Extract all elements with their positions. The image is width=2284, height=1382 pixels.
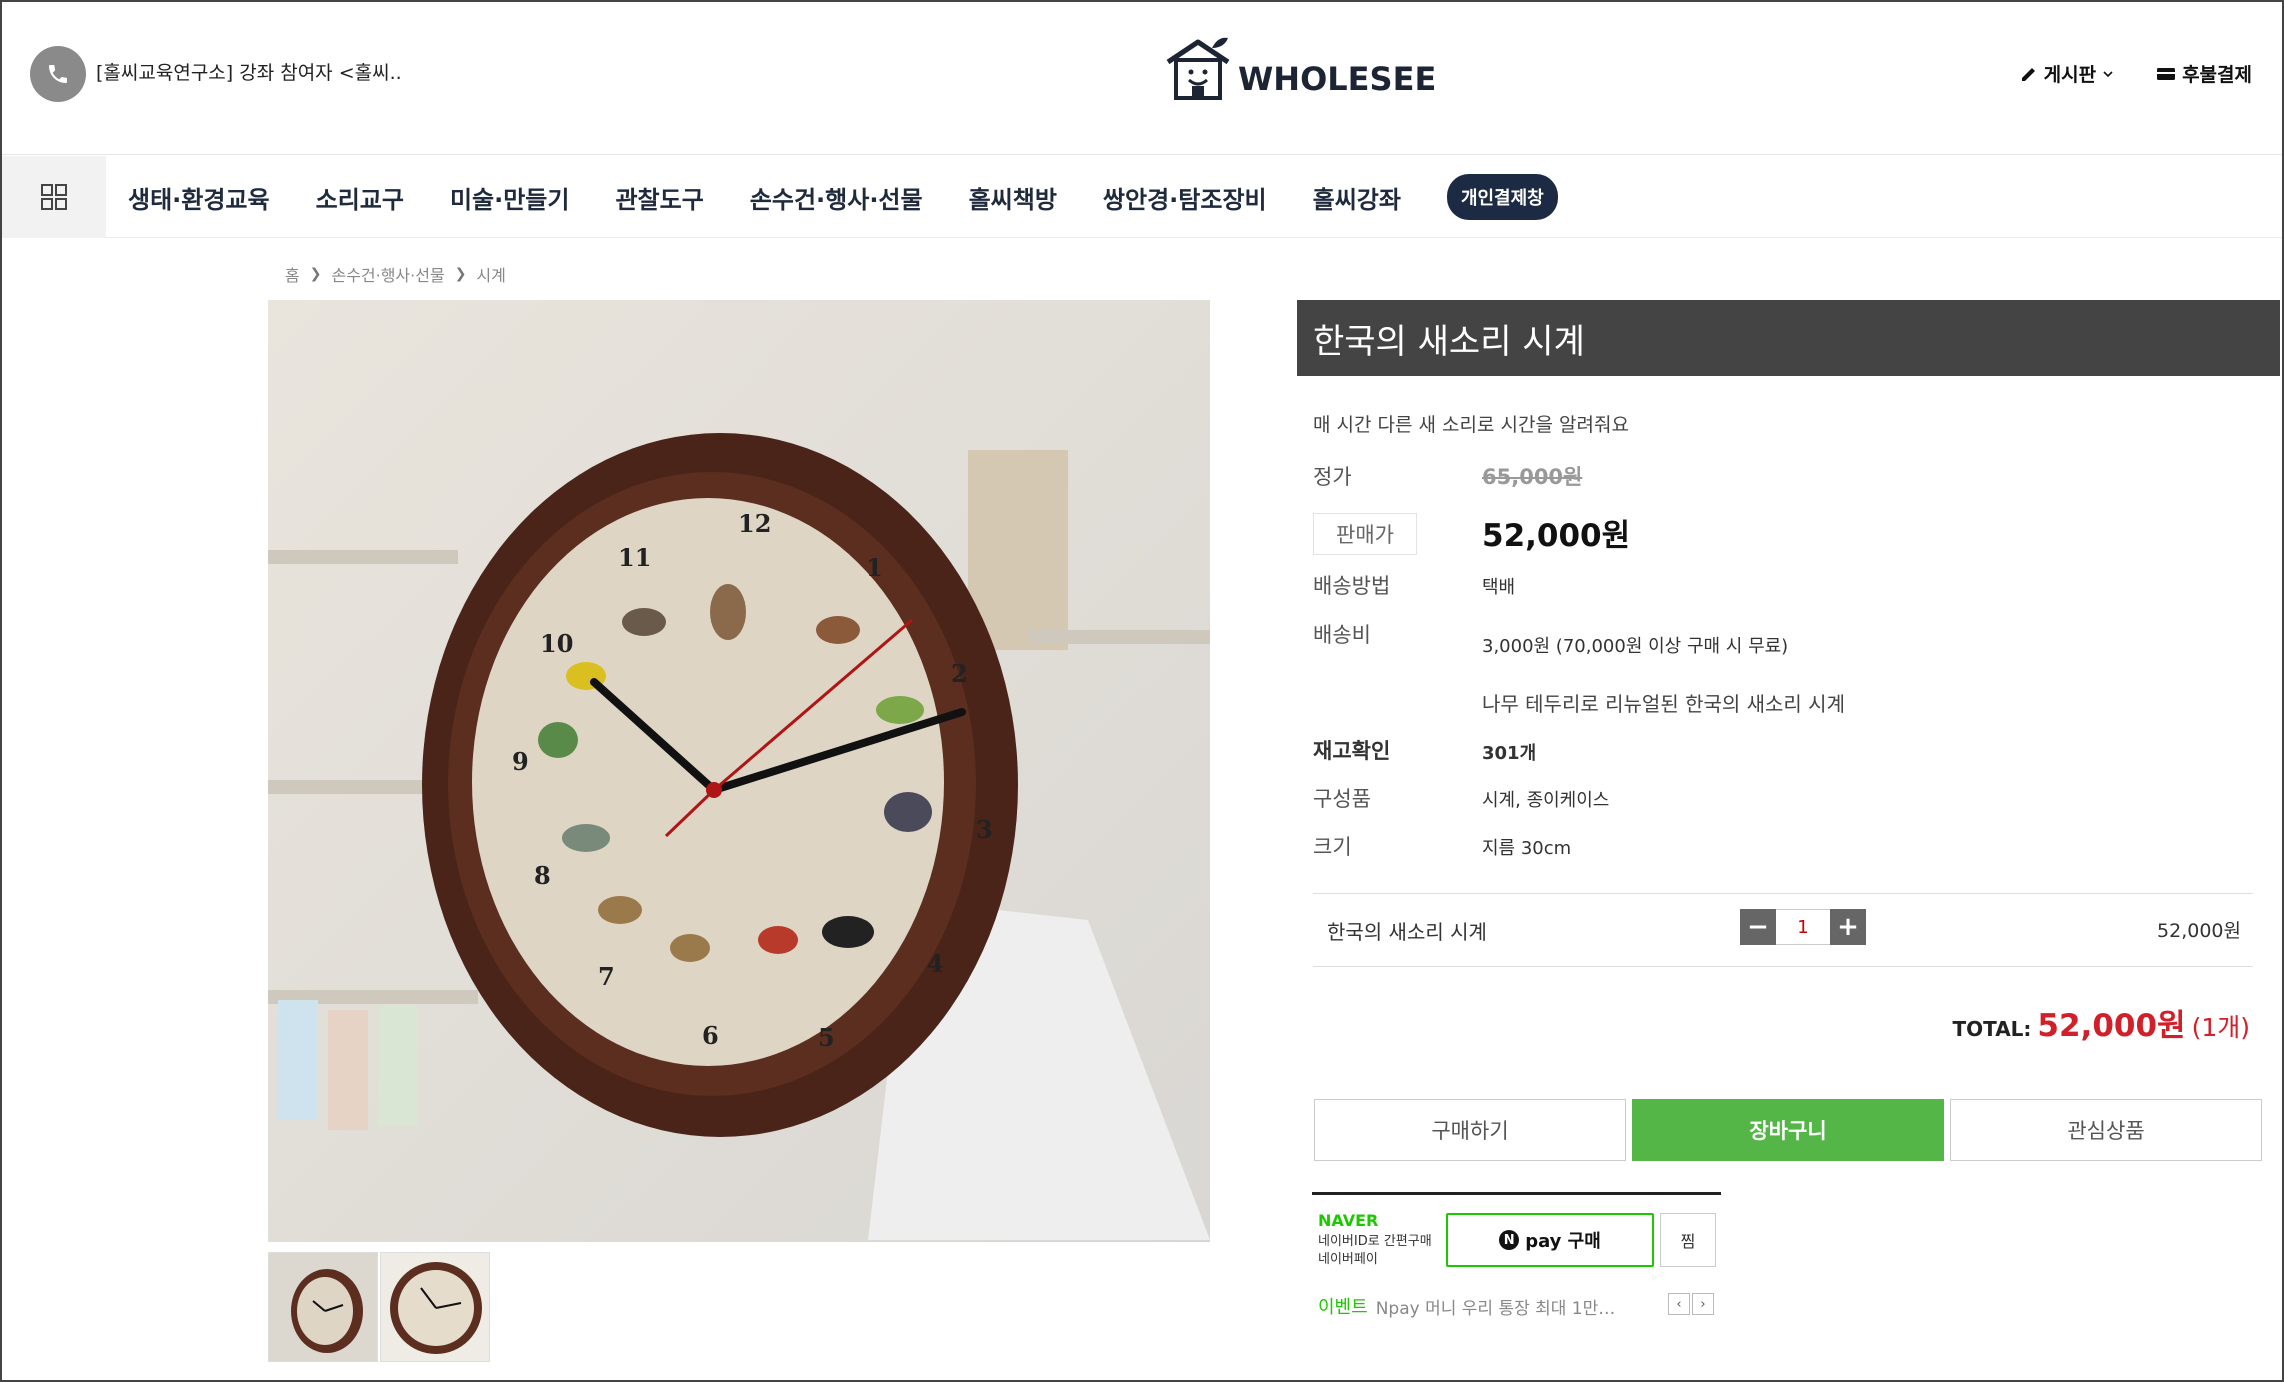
svg-text:12: 12 <box>738 509 771 538</box>
size-value: 지름 30cm <box>1482 838 1572 859</box>
breadcrumb-home[interactable]: 홈 <box>285 262 300 286</box>
sale-price: 52,000원 <box>1482 518 1631 554</box>
product-description: 나무 테두리로 리뉴얼된 한국의 새소리 시계 <box>1482 692 1845 716</box>
logo-text: WHOLESEE <box>1238 60 1437 98</box>
svg-text:8: 8 <box>534 861 551 890</box>
svg-text:6: 6 <box>702 1021 719 1050</box>
svg-text:7: 7 <box>598 962 615 991</box>
thumbnail-image[interactable] <box>268 1252 378 1362</box>
naver-brand: NAVER <box>1318 1211 1379 1230</box>
naver-pay-button-label: pay 구매 <box>1525 1231 1601 1252</box>
buy-now-button[interactable]: 구매하기 <box>1314 1099 1626 1161</box>
add-to-cart-button[interactable]: 장바구니 <box>1632 1099 1944 1161</box>
house-logo-icon <box>1166 37 1230 100</box>
breadcrumb: 홈 ❯ 손수건·행사·선물 ❯ 시계 <box>285 262 506 286</box>
all-categories-button[interactable] <box>2 156 106 238</box>
personal-payment-button[interactable]: 개인결제창 <box>1446 174 1558 220</box>
naver-n-icon: N <box>1499 1230 1520 1250</box>
sale-price-label: 판매가 <box>1313 513 1417 555</box>
svg-text:1: 1 <box>866 553 883 582</box>
category-nav: 생태·환경교육 소리교구 미술·만들기 관찰도구 손수건·행사·선물 홀씨책방 … <box>2 156 2282 238</box>
list-price: 65,000원 <box>1482 465 1583 489</box>
board-menu[interactable]: 게시판 <box>2020 60 2114 87</box>
naver-pay-box: NAVER 네이버ID로 간편구매 네이버페이 N pay 구매 찜 <box>1312 1192 1721 1268</box>
size-label: 크기 <box>1313 835 1352 859</box>
option-name: 한국의 새소리 시계 <box>1327 920 1487 944</box>
quantity-input[interactable]: 1 <box>1776 909 1830 945</box>
naver-pay-buy-button[interactable]: N pay 구매 <box>1446 1213 1654 1267</box>
quantity-stepper: − 1 + <box>1740 909 1866 945</box>
chevron-left-icon[interactable]: ‹ <box>1668 1293 1690 1315</box>
total-label: TOTAL: <box>1952 1017 2032 1041</box>
site-header: [홀씨교육연구소] 강좌 참여자 <홀씨.. WHOLESEE 게시판 후불결제 <box>2 2 2282 155</box>
svg-text:2: 2 <box>951 659 968 688</box>
stock-value: 301개 <box>1482 743 1537 764</box>
thumbnail-strip <box>268 1252 490 1362</box>
purchase-actions: 구매하기 장바구니 관심상품 <box>1314 1099 2262 1161</box>
site-logo[interactable]: WHOLESEE <box>1162 32 1436 104</box>
shipping-method-label: 배송방법 <box>1313 574 1391 598</box>
pencil-icon <box>2021 67 2035 81</box>
components-label: 구성품 <box>1313 787 1371 811</box>
naver-pay-desc-line: 네이버페이 <box>1318 1252 1378 1267</box>
chevron-right-icon: ❯ <box>309 266 322 282</box>
total-summary: TOTAL: 52,000원 (1개) <box>1952 1000 2250 1045</box>
stock-label: 재고확인 <box>1313 739 1391 763</box>
thumbnail-image[interactable] <box>380 1252 490 1362</box>
board-label: 게시판 <box>2043 64 2097 86</box>
shipping-method: 택배 <box>1482 577 1516 598</box>
nav-item[interactable]: 관찰도구 <box>615 180 703 215</box>
shipping-fee-label: 배송비 <box>1313 623 1371 647</box>
total-price: 52,000원 <box>2037 1008 2186 1044</box>
product-title: 한국의 새소리 시계 <box>1297 300 2280 376</box>
nav-item[interactable]: 손수건·행사·선물 <box>750 180 923 215</box>
selected-option-row: 한국의 새소리 시계 − 1 + 52,000원 <box>1313 893 2253 967</box>
svg-text:10: 10 <box>540 629 573 658</box>
nav-item[interactable]: 홀씨강좌 <box>1313 180 1401 215</box>
svg-text:3: 3 <box>976 815 993 844</box>
breadcrumb-current[interactable]: 시계 <box>476 262 505 286</box>
deferred-pay-label: 후불결제 <box>2182 64 2252 86</box>
breadcrumb-category[interactable]: 손수건·행사·선물 <box>331 262 444 286</box>
svg-text:4: 4 <box>927 949 944 978</box>
phone-icon[interactable] <box>30 46 86 102</box>
nav-item[interactable]: 홀씨책방 <box>969 180 1057 215</box>
event-text: Npay 머니 우리 통장 최대 1만… <box>1375 1298 1616 1319</box>
chevron-right-icon[interactable]: › <box>1692 1293 1714 1315</box>
deferred-pay-link[interactable]: 후불결제 <box>2156 60 2252 87</box>
product-main-image[interactable]: 12 1 2 3 4 5 6 7 8 9 10 11 <box>268 300 1210 1242</box>
svg-text:9: 9 <box>512 747 529 776</box>
increase-quantity-button[interactable]: + <box>1830 909 1866 945</box>
total-count: (1개) <box>2191 1013 2250 1042</box>
naver-pay-desc-line: 네이버ID로 간편구매 <box>1318 1234 1432 1249</box>
nav-item[interactable]: 소리교구 <box>316 180 404 215</box>
svg-text:5: 5 <box>818 1023 835 1052</box>
product-subtitle: 매 시간 다른 새 소리로 시간을 알려줘요 <box>1313 414 1629 436</box>
header-utilities: 게시판 후불결제 <box>2020 60 2252 87</box>
shipping-fee: 3,000원 (70,000원 이상 구매 시 무료) <box>1482 636 1789 657</box>
option-price: 52,000원 <box>2157 920 2241 942</box>
event-label: 이벤트 <box>1318 1297 1368 1318</box>
chevron-right-icon: ❯ <box>454 266 467 282</box>
components-value: 시계, 종이케이스 <box>1482 790 1610 811</box>
list-price-label: 정가 <box>1313 465 1352 489</box>
grid-icon <box>41 184 67 210</box>
nav-item[interactable]: 쌍안경·탐조장비 <box>1103 180 1267 215</box>
naver-pay-description: 네이버ID로 간편구매 네이버페이 <box>1318 1233 1432 1269</box>
nav-item[interactable]: 미술·만들기 <box>450 180 570 215</box>
naver-pay-event[interactable]: 이벤트 Npay 머니 우리 통장 최대 1만… <box>1318 1293 1615 1319</box>
decrease-quantity-button[interactable]: − <box>1740 909 1776 945</box>
event-nav: ‹ › <box>1668 1293 1714 1315</box>
naver-pay-wish-button[interactable]: 찜 <box>1660 1213 1716 1267</box>
wishlist-button[interactable]: 관심상품 <box>1950 1099 2262 1161</box>
notice-ticker[interactable]: [홀씨교육연구소] 강좌 참여자 <홀씨.. <box>96 58 402 85</box>
card-icon <box>2157 67 2176 80</box>
nav-items: 생태·환경교육 소리교구 미술·만들기 관찰도구 손수건·행사·선물 홀씨책방 … <box>128 156 1558 238</box>
chevron-down-icon <box>2103 70 2113 77</box>
svg-text:11: 11 <box>618 543 651 572</box>
nav-item[interactable]: 생태·환경교육 <box>128 180 270 215</box>
